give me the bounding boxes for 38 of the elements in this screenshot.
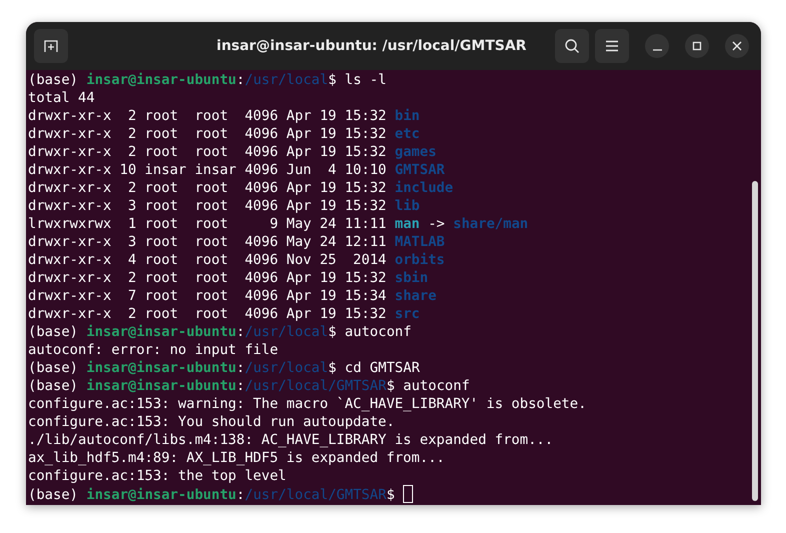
- prompt-line: (base) insar@insar-ubuntu:/usr/local$ ls -l: [28, 71, 388, 89]
- prompt-line: (base) insar@insar-ubuntu:/usr/local/GMTSAR$: [28, 485, 749, 503]
- listing-line: drwxr-xr-x 2 root root 4096 Apr 19 15:32 include: [28, 179, 454, 197]
- window-title: insar@insar-ubuntu: /usr/local/GMTSAR: [216, 38, 528, 54]
- new-tab-button[interactable]: [34, 29, 68, 63]
- prompt-line: (base) insar@insar-ubuntu:/usr/local$ autoconf: [28, 323, 412, 341]
- listing-line: drwxr-xr-x 10 insar insar 4096 Jun 4 10:10 GMTSAR: [28, 161, 446, 179]
- search-icon: [564, 38, 580, 54]
- listing-line: lrwxrwxrwx 1 root root 9 May 24 11:11 man -> share/man: [28, 215, 530, 233]
- close-icon: [732, 41, 742, 51]
- listing-line: drwxr-xr-x 2 root root 4096 Apr 19 15:32 bin: [28, 107, 421, 125]
- listing-line: drwxr-xr-x 2 root root 4096 Apr 19 15:32 games: [28, 143, 438, 161]
- minimize-button[interactable]: [645, 34, 669, 58]
- menu-button[interactable]: [595, 29, 629, 63]
- output-line: configure.ac:153: the top level: [28, 467, 288, 485]
- output-line: ./lib/autoconf/libs.m4:138: AC_HAVE_LIBRARY is expanded from...: [28, 431, 554, 449]
- maximize-icon: [692, 41, 702, 51]
- maximize-button[interactable]: [685, 34, 709, 58]
- new-tab-icon: [43, 38, 59, 54]
- prompt-line: (base) insar@insar-ubuntu:/usr/local$ cd GMTSAR: [28, 359, 421, 377]
- output-line: configure.ac:153: warning: The macro `AC_HAVE_LIBRARY' is obsolete.: [28, 395, 588, 413]
- prompt-line: (base) insar@insar-ubuntu:/usr/local/GMTSAR$ autoconf: [28, 377, 471, 395]
- output-line: autoconf: error: no input file: [28, 341, 280, 359]
- listing-line: drwxr-xr-x 2 root root 4096 Apr 19 15:32 src: [28, 305, 421, 323]
- listing-line: drwxr-xr-x 2 root root 4096 Apr 19 15:32 sbin: [28, 269, 430, 287]
- output-line: ax_lib_hdf5.m4:89: AX_LIB_HDF5 is expanded from...: [28, 449, 446, 467]
- listing-line: drwxr-xr-x 3 root root 4096 Apr 19 15:32 lib: [28, 197, 421, 215]
- listing-line: drwxr-xr-x 2 root root 4096 Apr 19 15:32 etc: [28, 125, 421, 143]
- listing-line: drwxr-xr-x 4 root root 4096 Nov 25 2014 orbits: [28, 251, 446, 269]
- search-button[interactable]: [555, 29, 589, 63]
- listing-line: drwxr-xr-x 3 root root 4096 May 24 12:11 MATLAB: [28, 233, 446, 251]
- output-line: configure.ac:153: You should run autoupdate.: [28, 413, 396, 431]
- scrollbar-thumb[interactable]: [752, 181, 758, 501]
- menu-icon: [605, 40, 619, 52]
- close-button[interactable]: [725, 34, 749, 58]
- minimize-icon: [652, 49, 662, 51]
- output-line: total 44: [28, 89, 96, 107]
- listing-line: drwxr-xr-x 7 root root 4096 Apr 19 15:34 share: [28, 287, 438, 305]
